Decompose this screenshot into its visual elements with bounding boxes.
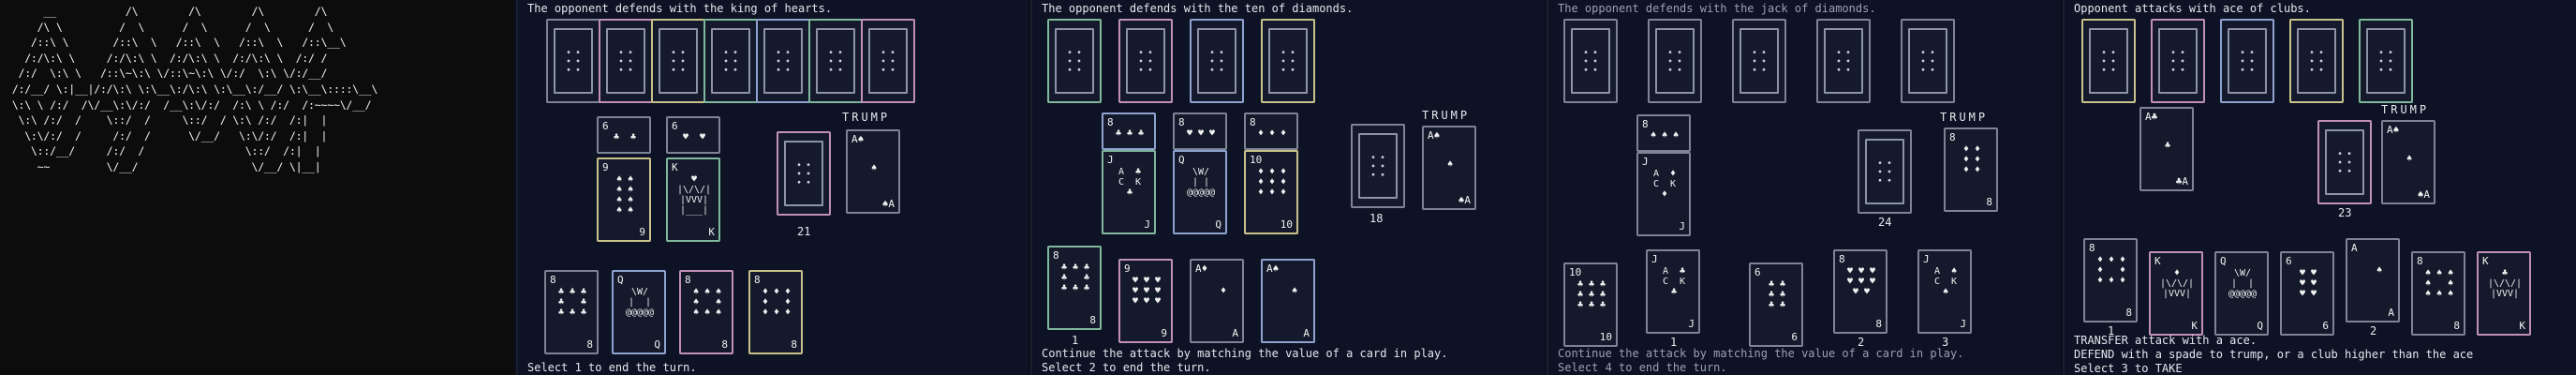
hand-card[interactable]: 6 ♣ ♣ ♣ ♣ ♣ ♣ 6: [1749, 262, 1803, 347]
trump-label: TRUMP: [1422, 109, 1471, 122]
hand-card[interactable]: 8 ♣ ♣ ♣ ♣ ♣ ♣ ♣ ♣ 8: [1047, 246, 1102, 330]
hand-card[interactable]: 8 ♠ ♠ ♠ ♠ ♠ ♠ ♠ ♠ 8: [679, 270, 733, 354]
hand-card[interactable]: K ♦ |\/\/| |VVV| K: [2149, 251, 2203, 336]
defend-card: 10 ♦ ♦ ♦ ♦ ♦ ♦ ♦ ♦ ♦ 10: [1244, 150, 1298, 234]
hand-card[interactable]: Q \W/ | | @@@@@ Q: [612, 270, 666, 354]
attack-card: 8 ♠ ♠ ♠: [1636, 114, 1691, 152]
card-back: [2081, 19, 2136, 103]
hand-card[interactable]: 10 ♣ ♣ ♣ ♣ ♣ ♣ ♣ ♣ ♣ 10: [1563, 262, 1618, 347]
attack-card: 8 ♦ ♦ ♦: [1244, 112, 1298, 150]
defend-card: Q \W/ | | @@@@@ Q: [1173, 150, 1227, 234]
instruction: TRANSFER attack with a ace.: [2074, 334, 2258, 347]
card-back: [1563, 19, 1618, 103]
trump-label: TRUMP: [842, 111, 891, 124]
status-message: Opponent attacks with ace of clubs.: [2074, 2, 2311, 15]
hand-card[interactable]: 9 ♥ ♥ ♥ ♥ ♥ ♥ ♥ ♥ ♥ 9: [1118, 259, 1173, 343]
card-back: [546, 19, 600, 103]
status-message: The opponent defends with the king of he…: [527, 2, 833, 15]
deck-count: 18: [1369, 212, 1384, 225]
attack-card: 6 ♥ ♥: [666, 116, 720, 154]
hand-card[interactable]: 8 ♥ ♥ ♥ ♥ ♥ ♥ ♥ ♥ 8: [1833, 249, 1888, 334]
hand-card[interactable]: A♦ ♦ A: [1190, 259, 1244, 343]
game-panel-2: The opponent defends with the ten of dia…: [1030, 0, 1545, 375]
hand-card[interactable]: 8 ♦ ♦ ♦ ♦ ♦ ♦ ♦ ♦ 8: [748, 270, 803, 354]
card-back: [861, 19, 915, 103]
trump-card: 8 ♦ ♦ ♦ ♦ ♦ ♦ 8: [1944, 128, 1998, 212]
hand-card[interactable]: A♠ ♠ A: [1261, 259, 1315, 343]
defend-card: K ♥ |\/\/| |VVV| |___| K: [666, 158, 720, 242]
card-back: [1816, 19, 1871, 103]
deck: [777, 131, 831, 216]
trump-card: A♠ ♠ ♠A: [846, 129, 900, 214]
defend-card: 9 ♠ ♠ ♠ ♠ ♠ ♠ ♠ ♠ 9: [597, 158, 651, 242]
hand-card[interactable]: Q \W/ | | @@@@@ Q: [2214, 251, 2269, 336]
card-back: [1047, 19, 1102, 103]
card-back: [599, 19, 653, 103]
hand-card[interactable]: JA ♠ C K ♠ J: [1917, 249, 1972, 334]
defend-card: JA ♦ C K ♦ J: [1636, 152, 1691, 236]
card-back: [703, 19, 758, 103]
hand-card[interactable]: 6 ♥ ♥ ♥ ♥ ♥ ♥ 6: [2280, 251, 2334, 336]
attack-card: 8 ♣ ♣ ♣: [1102, 112, 1156, 150]
card-back: [2220, 19, 2274, 103]
card-back: [1732, 19, 1786, 103]
game-panel-4: Opponent attacks with ace of clubs. A♣ ♣…: [2063, 0, 2576, 375]
card-back: [2359, 19, 2413, 103]
hand-card[interactable]: 8 ♠ ♠ ♠ ♠ ♠ ♠ ♠ ♠ 8: [2411, 251, 2465, 336]
card-back: [2151, 19, 2205, 103]
deck-count: 24: [1878, 216, 1892, 229]
deck: [2317, 120, 2372, 204]
trump-label: TRUMP: [2381, 103, 2430, 116]
card-back: [2289, 19, 2344, 103]
hand-index-label: 1: [1072, 334, 1079, 347]
trump-label: TRUMP: [1940, 111, 1989, 124]
game-panel-3: The opponent defends with the jack of di…: [1547, 0, 2061, 375]
trump-card: A♠ ♠ ♠A: [2381, 120, 2435, 204]
hand-card[interactable]: 8 ♦ ♦ ♦ ♦ ♦ ♦ ♦ ♦ 8: [2083, 238, 2138, 322]
hand-card[interactable]: 8 ♣ ♣ ♣ ♣ ♣ ♣ ♣ ♣ 8: [544, 270, 599, 354]
title-banner: __ /\ /\ /\ /\ /\ \ / \ / \ / \ / \ /::\…: [0, 0, 514, 375]
hand-index-label: 2: [2370, 324, 2377, 338]
attack-card: 6 ♣ ♣: [597, 116, 651, 154]
defend-card: JA ♣ C K ♣ J: [1102, 150, 1156, 234]
instruction: Select 2 to end the turn.: [1042, 361, 1211, 374]
instruction: Select 4 to end the turn.: [1558, 361, 1727, 374]
card-back: [756, 19, 810, 103]
game-panel-1: The opponent defends with the king of he…: [516, 0, 1029, 375]
trump-card: A♠ ♠ ♠A: [1422, 126, 1476, 210]
deck-count: 23: [2338, 206, 2352, 219]
card-back: [808, 19, 863, 103]
card-back: [1648, 19, 1702, 103]
instruction: DEFEND with a spade to trump, or a club …: [2074, 348, 2474, 361]
hand-card[interactable]: A ♠ A: [2346, 238, 2400, 322]
deck: [1351, 124, 1405, 208]
ascii-title-art: __ /\ /\ /\ /\ /\ \ / \ / \ / \ / \ /::\…: [11, 5, 378, 173]
deck: [1858, 129, 1912, 214]
status-message: The opponent defends with the ten of dia…: [1042, 2, 1354, 15]
deck-count: 21: [797, 225, 811, 238]
attack-card: A♣ ♣ ♣A: [2139, 107, 2194, 191]
hand-card[interactable]: K ♣ |\/\/| |VVV| K: [2477, 251, 2531, 336]
instruction: Select 1 to end the turn.: [527, 361, 697, 374]
card-back: [651, 19, 705, 103]
instruction: Continue the attack by matching the valu…: [1558, 347, 1964, 360]
attack-card: 8 ♥ ♥ ♥: [1173, 112, 1227, 150]
card-back: [1261, 19, 1315, 103]
card-back: [1118, 19, 1173, 103]
status-message: The opponent defends with the jack of di…: [1558, 2, 1876, 15]
card-back: [1190, 19, 1244, 103]
card-back: [1901, 19, 1955, 103]
hand-card[interactable]: JA ♣ C K ♣ J: [1646, 249, 1700, 334]
instruction: Select 3 to TAKE: [2074, 362, 2183, 375]
instruction: Continue the attack by matching the valu…: [1042, 347, 1448, 360]
